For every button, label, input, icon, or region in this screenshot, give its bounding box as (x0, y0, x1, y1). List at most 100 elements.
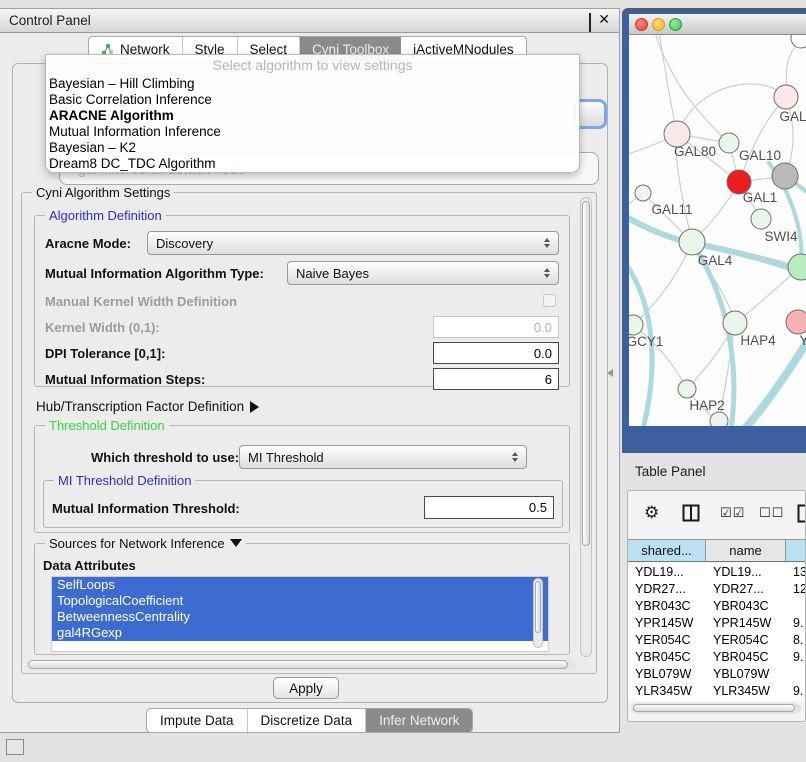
data-attribute-item[interactable]: gal4RGexp (52, 625, 548, 641)
network-edge[interactable] (633, 242, 692, 325)
network-node[interactable] (751, 209, 771, 229)
network-edge[interactable] (654, 35, 729, 143)
table-column-header[interactable]: shared... (628, 540, 706, 561)
settings-vscrollbar[interactable] (580, 197, 592, 657)
algorithm-dropdown-item[interactable]: ARACNE Algorithm (46, 108, 579, 124)
network-node[interactable] (723, 311, 747, 335)
table-cell: YER054C (628, 633, 706, 647)
mi-threshold-field[interactable]: 0.5 (424, 496, 554, 519)
network-node[interactable] (635, 185, 651, 201)
network-graph: GALGAL80GAL10GAL1GAL11GAL4SWI4GCY1HAP4YH… (629, 35, 806, 426)
which-threshold-combo[interactable]: MI Threshold (239, 445, 527, 469)
table-row[interactable]: YLR345WYLR345W9. (628, 682, 806, 699)
tab-impute-data[interactable]: Impute Data (147, 709, 248, 732)
apply-button[interactable]: Apply (273, 677, 339, 699)
network-node[interactable] (791, 35, 806, 48)
kernel-width-field[interactable]: 0.0 (433, 316, 559, 338)
table-cell: YBL079W (706, 667, 786, 681)
table-hscrollbar[interactable] (631, 703, 801, 714)
mi-type-combo[interactable]: Naive Bayes (287, 261, 559, 285)
network-edge[interactable] (677, 84, 786, 134)
split-view-icon[interactable] (682, 504, 700, 522)
algorithm-dropdown-item[interactable]: Bayesian – K2 (46, 140, 579, 156)
threshold-definition-group: Threshold Definition Which threshold to … (34, 425, 570, 533)
panel-grip-icon[interactable] (6, 739, 24, 755)
data-attribute-item[interactable]: BetweennessCentrality (52, 609, 548, 625)
algorithm-dropdown-item[interactable]: Mutual Information Inference (46, 124, 579, 140)
network-node-label: GAL1 (743, 190, 778, 205)
network-node[interactable] (679, 229, 705, 255)
table-row[interactable]: YER054CYER054C8. (628, 631, 806, 648)
algorithm-dropdown-placeholder: Select algorithm to view settings (46, 55, 579, 76)
data-attribute-item[interactable]: TopologicalCoefficient (52, 593, 548, 609)
close-icon[interactable]: ✕ (598, 13, 610, 26)
splitter-collapse-icon[interactable] (607, 369, 613, 377)
network-node[interactable] (710, 412, 728, 426)
table-panel-title: Table Panel (635, 464, 706, 479)
table-cell: 9. (786, 616, 806, 630)
zoom-traffic-icon[interactable] (669, 18, 682, 31)
table-row[interactable]: YBR045CYBR045C9. (628, 648, 806, 665)
table-cell: 12 (786, 582, 806, 596)
table-row[interactable]: YDL19...YDL19...13 (628, 563, 806, 580)
dpi-tolerance-field[interactable]: 0.0 (433, 342, 559, 364)
table-column-header[interactable]: name (706, 540, 786, 561)
minimize-traffic-icon[interactable] (652, 18, 665, 31)
table-row[interactable]: YBL079WYBL079W (628, 665, 806, 682)
stepper-icon (544, 238, 550, 248)
algorithm-dropdown-item[interactable]: Basic Correlation Inference (46, 92, 579, 108)
network-window: GALGAL80GAL10GAL1GAL11GAL4SWI4GCY1HAP4YH… (622, 8, 806, 453)
table-cell: YLR345W (706, 684, 786, 698)
table-cell: YPR145W (706, 616, 786, 630)
close-traffic-icon[interactable] (635, 18, 648, 31)
network-node[interactable] (678, 380, 696, 398)
network-node[interactable] (786, 310, 806, 334)
network-node-label: GAL (779, 109, 806, 124)
algorithm-dropdown-item[interactable]: Bayesian – Hill Climbing (46, 76, 579, 92)
table-column-header[interactable] (786, 540, 806, 561)
table-hscrollbar-thumb[interactable] (633, 704, 795, 712)
hub-definition-expander[interactable]: Hub/Transcription Factor Definition (36, 399, 259, 414)
algorithm-dropdown-item[interactable]: Dream8 DC_TDC Algorithm (46, 156, 579, 172)
tab-infer-network[interactable]: Infer Network (366, 709, 472, 732)
mi-steps-field[interactable]: 6 (433, 368, 559, 390)
table-row[interactable]: YDR27...YDR27...12 (628, 580, 806, 597)
gear-icon[interactable]: ⚙ (644, 503, 659, 523)
aracne-mode-combo[interactable]: Discovery (147, 231, 559, 255)
network-node[interactable] (774, 85, 798, 109)
screen: Control Panel ✕ Network Style Select Cyn… (0, 0, 806, 762)
network-window-titlebar (629, 14, 806, 35)
data-attributes-list[interactable]: SelfLoopsTopologicalCoefficientBetweenne… (51, 576, 549, 652)
table-cell: YDR27... (628, 582, 706, 596)
data-attribute-item[interactable]: SelfLoops (52, 577, 548, 593)
network-node-label: HAP2 (689, 398, 724, 413)
settings-hscrollbar[interactable] (26, 659, 576, 671)
table-cell: 9 (786, 701, 806, 702)
attributes-vscrollbar[interactable] (533, 578, 543, 648)
dpi-tolerance-label: DPI Tolerance [0,1]: (45, 346, 165, 361)
network-canvas[interactable]: GALGAL80GAL10GAL1GAL11GAL4SWI4GCY1HAP4YH… (629, 35, 806, 426)
table-cell: YDL19... (706, 565, 786, 579)
control-panel-title: Control Panel (9, 13, 91, 28)
settings-hscrollbar-thumb[interactable] (28, 660, 568, 669)
table-row[interactable]: YPR145WYPR145W9. (628, 614, 806, 631)
table-cell: YPR145W (628, 616, 706, 630)
settings-vscrollbar-thumb[interactable] (582, 201, 590, 546)
mi-type-label: Mutual Information Algorithm Type: (45, 266, 264, 281)
table-row[interactable]: YBR043CYBR043C (628, 597, 806, 614)
manual-kernel-checkbox[interactable] (543, 294, 556, 307)
attributes-vscrollbar-thumb[interactable] (535, 581, 541, 633)
table-cell: YBR045C (628, 650, 706, 664)
table-cell: 9. (786, 684, 806, 698)
threshold-definition-title: Threshold Definition (45, 418, 169, 433)
manual-kernel-label: Manual Kernel Width Definition (45, 294, 237, 309)
network-node[interactable] (719, 133, 739, 153)
table-row[interactable]: YIL052CYIL052C9 (628, 699, 806, 701)
select-all-icon[interactable]: ☑☑ (720, 505, 745, 521)
deselect-all-icon[interactable]: ☐☐ (759, 505, 784, 521)
network-node[interactable] (772, 163, 798, 189)
tab-discretize-data[interactable]: Discretize Data (248, 709, 367, 732)
float-window-icon[interactable] (589, 14, 591, 32)
new-table-icon[interactable] (797, 504, 806, 523)
mi-threshold-group-title: MI Threshold Definition (54, 473, 195, 488)
